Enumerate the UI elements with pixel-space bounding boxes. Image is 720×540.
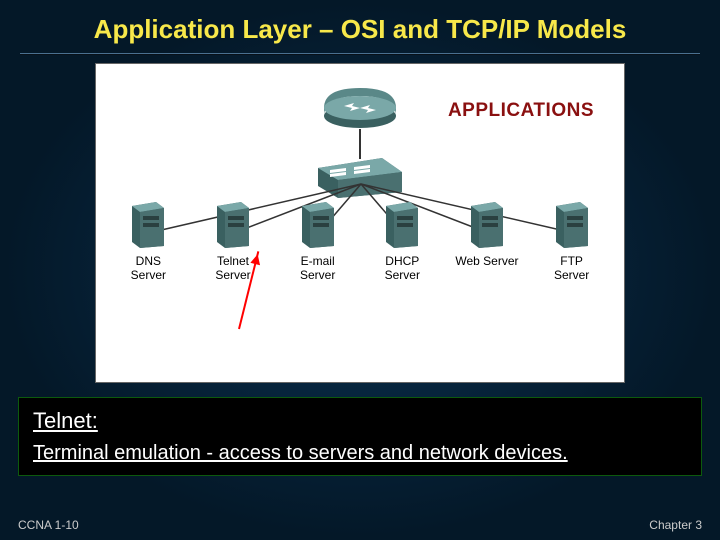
server-dns: DNSServer	[108, 194, 188, 283]
server-icon	[552, 194, 592, 250]
server-icon	[467, 194, 507, 250]
server-icon	[128, 194, 168, 250]
server-web: Web Server	[447, 194, 527, 283]
server-icon	[382, 194, 422, 250]
server-telnet: TelnetServer	[193, 194, 273, 283]
server-icon	[298, 194, 338, 250]
router-icon	[320, 78, 400, 130]
server-label: DNSServer	[131, 254, 166, 283]
callout-title: Telnet:	[33, 408, 687, 434]
server-ftp: FTPServer	[532, 194, 612, 283]
server-dhcp: DHCPServer	[362, 194, 442, 283]
server-email: E-mailServer	[278, 194, 358, 283]
divider	[20, 53, 700, 55]
footer-right: Chapter 3	[649, 518, 702, 532]
server-label: E-mailServer	[300, 254, 335, 283]
server-icon	[213, 194, 253, 250]
server-label: DHCPServer	[385, 254, 420, 283]
callout-box: Telnet: Terminal emulation - access to s…	[18, 397, 702, 476]
server-label: TelnetServer	[215, 254, 250, 283]
footer-left: CCNA 1-10	[18, 518, 79, 532]
server-label: Web Server	[455, 254, 518, 268]
page-title: Application Layer – OSI and TCP/IP Model…	[0, 0, 720, 53]
network-diagram: APPLICATIONS DNSServer TelnetServer	[95, 63, 625, 383]
footer: CCNA 1-10 Chapter 3	[0, 518, 720, 532]
server-label: FTPServer	[554, 254, 589, 283]
callout-body: Terminal emulation - access to servers a…	[33, 442, 687, 465]
server-row: DNSServer TelnetServer E-mailServer DHCP…	[96, 194, 624, 283]
applications-label: APPLICATIONS	[448, 100, 594, 122]
